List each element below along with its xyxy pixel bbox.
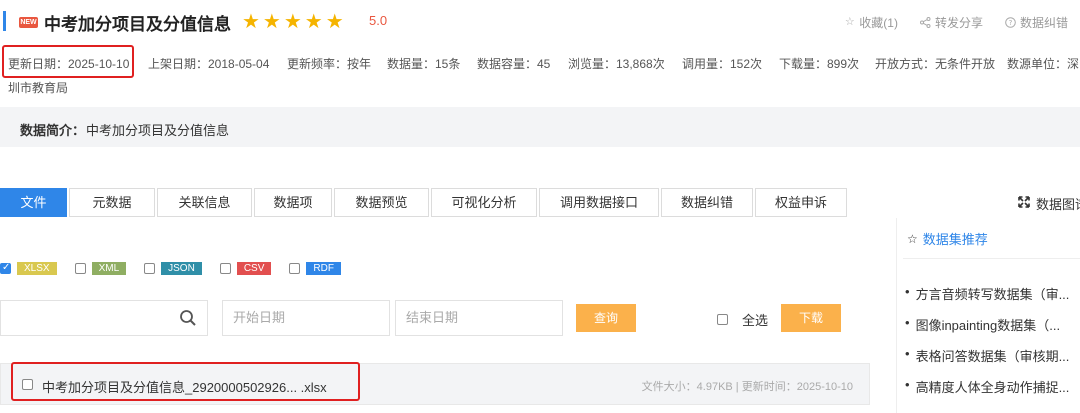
recommend-item[interactable]: 图像inpainting数据集（...	[905, 315, 1069, 346]
select-all-label: 全选	[742, 313, 769, 328]
tab-data-items[interactable]: 数据项	[254, 188, 332, 217]
tab-data-correction[interactable]: 数据纠错	[661, 188, 753, 217]
recommend-item[interactable]: 方言音频转写数据集（审...	[905, 284, 1070, 315]
title-accent-bar	[3, 11, 6, 31]
checkbox-rdf[interactable]	[289, 263, 301, 274]
checkbox-select-all[interactable]	[717, 314, 728, 325]
meta-frequency: 更新频率：按年	[287, 57, 372, 71]
format-rdf[interactable]: RDF	[289, 262, 341, 275]
recommend-sidebar: ☆ 数据集推荐 方言音频转写数据集（审... 图像inpainting数据集（.…	[896, 218, 1080, 413]
format-json[interactable]: JSON	[144, 262, 202, 275]
checkbox-xlsx[interactable]	[0, 262, 11, 274]
help-icon: ?	[1005, 17, 1016, 28]
end-date-input[interactable]: 结束日期	[395, 300, 563, 336]
tab-visual-analysis[interactable]: 可视化分析	[431, 188, 537, 217]
tab-data-preview[interactable]: 数据预览	[334, 188, 429, 217]
meta-source-unit-continued: 圳市教育局	[8, 81, 69, 95]
format-xml[interactable]: XML	[74, 262, 127, 275]
recommend-title: ☆ 数据集推荐	[907, 229, 988, 248]
share-icon	[919, 17, 931, 28]
update-date-highlight	[2, 45, 134, 78]
search-input[interactable]	[0, 300, 208, 336]
meta-calls: 调用量：152次	[682, 57, 763, 71]
new-badge: NEW	[19, 17, 38, 28]
checkbox-csv[interactable]	[219, 263, 231, 274]
meta-data-count: 数据量：15条	[387, 57, 461, 71]
start-date-input[interactable]: 开始日期	[222, 300, 390, 336]
meta-source-unit: 数源单位：深	[1007, 57, 1080, 71]
format-filters: XLSX XML JSON CSV RDF	[0, 262, 359, 275]
rating-score: 5.0	[369, 13, 388, 28]
top-actions: ☆ 收藏(1) 转发分享 ? 数据纠错	[844, 14, 1068, 31]
download-button[interactable]: 下载	[781, 304, 841, 332]
meta-views: 浏览量：13,868次	[568, 57, 665, 71]
svg-text:?: ?	[1009, 19, 1013, 27]
query-button[interactable]: 查询	[576, 304, 636, 332]
format-csv[interactable]: CSV	[219, 262, 272, 275]
share-button[interactable]: 转发分享	[919, 14, 983, 31]
format-xlsx[interactable]: XLSX	[0, 262, 57, 275]
star-outline-icon: ☆	[907, 231, 918, 246]
share-label: 转发分享	[934, 16, 983, 30]
format-tag-csv: CSV	[236, 262, 272, 275]
recommend-item[interactable]: 表格问答数据集（审核期...	[905, 346, 1070, 377]
page-title: 中考加分项目及分值信息	[44, 15, 231, 34]
search-icon[interactable]	[179, 309, 197, 327]
meta-capacity: 数据容量：45	[477, 57, 551, 71]
sidebar-divider	[903, 258, 1080, 259]
tab-bar: 文件 元数据 关联信息 数据项 数据预览 可视化分析 调用数据接口 数据纠错 权…	[0, 188, 849, 218]
expand-icon	[1018, 196, 1030, 211]
tab-files[interactable]: 文件	[0, 188, 67, 217]
star-outline-icon: ☆	[844, 16, 855, 28]
recommend-title-label: 数据集推荐	[922, 232, 988, 247]
intro-panel: 数据简介： 中考加分项目及分值信息	[0, 107, 1080, 147]
title-bar: NEW 中考加分项目及分值信息 ★★★★★ 5.0 ☆ 收藏(1) 转发分享 ?…	[0, 6, 1080, 34]
recommend-item[interactable]: 高精度人体全身动作捕捉...	[905, 377, 1070, 408]
format-tag-json: JSON	[161, 262, 202, 275]
recommend-list: 方言音频转写数据集（审... 图像inpainting数据集（... 表格问答数…	[905, 284, 1070, 408]
favorite-button[interactable]: ☆ 收藏(1)	[844, 14, 898, 31]
rating-stars: ★★★★★	[242, 11, 347, 33]
favorite-label: 收藏(1)	[859, 16, 898, 30]
data-graph-link[interactable]: 数据图谱	[1018, 194, 1080, 213]
meta-downloads: 下载量：899次	[779, 57, 860, 71]
intro-label: 数据简介：	[20, 123, 86, 138]
format-tag-rdf: RDF	[306, 262, 341, 275]
tab-api[interactable]: 调用数据接口	[539, 188, 659, 217]
checkbox-xml[interactable]	[74, 263, 86, 274]
select-all[interactable]: 全选	[717, 310, 768, 329]
format-tag-xml: XML	[91, 262, 127, 275]
checkbox-json[interactable]	[144, 263, 156, 274]
format-tag-xlsx: XLSX	[17, 262, 57, 275]
tab-metadata[interactable]: 元数据	[69, 188, 155, 217]
meta-open-mode: 开放方式：无条件开放	[875, 57, 996, 71]
data-graph-label: 数据图谱	[1036, 197, 1080, 212]
file-meta: 文件大小：4.97KB | 更新时间：2025-10-10	[641, 381, 853, 393]
error-report-label: 数据纠错	[1019, 16, 1068, 30]
intro-text: 中考加分项目及分值信息	[86, 123, 230, 138]
tab-rights-appeal[interactable]: 权益申诉	[755, 188, 847, 217]
meta-shelf-date: 上架日期：2018-05-04	[148, 57, 270, 71]
file-name-highlight	[11, 362, 360, 401]
error-report-button[interactable]: ? 数据纠错	[1005, 14, 1068, 31]
tab-related-info[interactable]: 关联信息	[157, 188, 252, 217]
